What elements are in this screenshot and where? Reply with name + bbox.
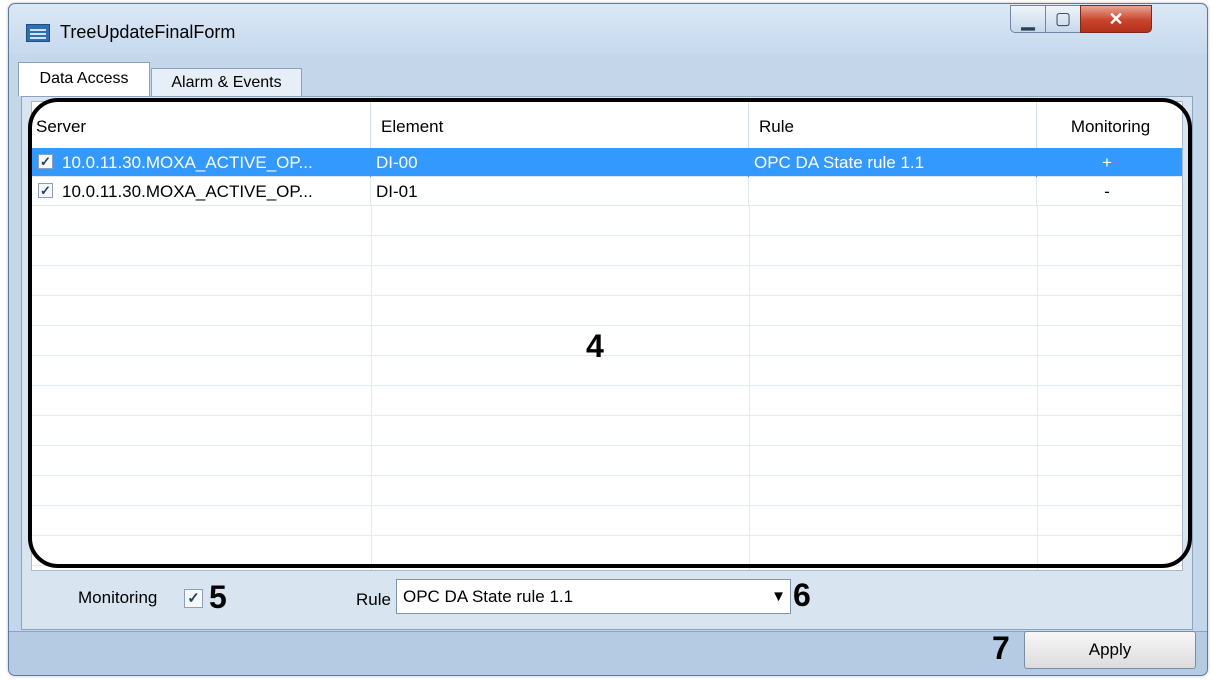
table-row[interactable]: ✓ 10.0.11.30.MOXA_ACTIVE_OP... DI-01 - bbox=[32, 177, 1182, 206]
rule-select-value: OPC DA State rule 1.1 bbox=[403, 587, 574, 606]
rule-cell bbox=[749, 177, 1037, 206]
tab-data-access[interactable]: Data Access bbox=[18, 62, 150, 96]
monitoring-cell: - bbox=[1104, 182, 1110, 201]
empty-row bbox=[32, 236, 1182, 266]
callout-4: 4 bbox=[586, 328, 604, 364]
tab-alarm-events[interactable]: Alarm & Events bbox=[151, 68, 302, 97]
tab-panel: Server Element Rule Monitoring ✓ 10.0.11… bbox=[21, 96, 1193, 630]
app-icon bbox=[26, 24, 50, 42]
empty-row bbox=[32, 536, 1182, 566]
monitoring-label: Monitoring bbox=[78, 588, 158, 607]
server-cell: ✓ 10.0.11.30.MOXA_ACTIVE_OP... bbox=[32, 148, 371, 177]
element-cell: DI-00 bbox=[371, 148, 749, 177]
column-divider bbox=[371, 206, 372, 570]
window-title: TreeUpdateFinalForm bbox=[60, 22, 236, 42]
empty-row bbox=[32, 446, 1182, 476]
column-divider bbox=[1037, 206, 1038, 570]
monitoring-checkbox[interactable]: ✓ bbox=[184, 589, 203, 608]
minimize-button[interactable]: ▁ bbox=[1010, 5, 1046, 33]
empty-row bbox=[32, 206, 1182, 236]
empty-row bbox=[32, 416, 1182, 446]
empty-row bbox=[32, 356, 1182, 386]
row-checkbox[interactable]: ✓ bbox=[38, 154, 53, 169]
column-divider bbox=[749, 206, 750, 570]
column-header-server[interactable]: Server bbox=[32, 102, 371, 148]
maximize-button[interactable]: ▢ bbox=[1045, 5, 1081, 33]
dropdown-arrow-icon[interactable]: ▼ bbox=[771, 580, 786, 613]
monitoring-cell: + bbox=[1102, 153, 1112, 172]
apply-button[interactable]: Apply bbox=[1024, 631, 1196, 669]
rule-cell: OPC DA State rule 1.1 bbox=[749, 148, 1037, 177]
empty-row bbox=[32, 266, 1182, 296]
server-name: 10.0.11.30.MOXA_ACTIVE_OP... bbox=[62, 182, 313, 201]
close-button[interactable]: ✕ bbox=[1080, 5, 1152, 33]
column-header-rule[interactable]: Rule bbox=[749, 102, 1037, 148]
grid-header: Server Element Rule Monitoring bbox=[32, 102, 1182, 149]
close-icon: ✕ bbox=[1108, 9, 1124, 29]
rule-label: Rule bbox=[356, 590, 391, 609]
column-header-monitoring[interactable]: Monitoring bbox=[1037, 102, 1182, 148]
empty-row bbox=[32, 386, 1182, 416]
server-name: 10.0.11.30.MOXA_ACTIVE_OP... bbox=[62, 153, 313, 172]
callout-7: 7 bbox=[992, 630, 1010, 666]
callout-5: 5 bbox=[209, 579, 227, 615]
empty-row bbox=[32, 506, 1182, 536]
server-cell: ✓ 10.0.11.30.MOXA_ACTIVE_OP... bbox=[32, 177, 371, 206]
title-bar[interactable]: TreeUpdateFinalForm ▁ ▢ ✕ bbox=[9, 4, 1207, 54]
empty-row bbox=[32, 476, 1182, 506]
rules-grid[interactable]: Server Element Rule Monitoring ✓ 10.0.11… bbox=[31, 101, 1183, 571]
maximize-icon: ▢ bbox=[1054, 9, 1072, 28]
rule-select[interactable]: OPC DA State rule 1.1 ▼ bbox=[396, 579, 791, 614]
element-cell: DI-01 bbox=[371, 177, 749, 206]
callout-6: 6 bbox=[793, 577, 811, 613]
minimize-icon: ▁ bbox=[1021, 11, 1035, 30]
empty-row bbox=[32, 296, 1182, 326]
row-checkbox[interactable]: ✓ bbox=[38, 183, 53, 198]
table-row[interactable]: ✓ 10.0.11.30.MOXA_ACTIVE_OP... DI-00 OPC… bbox=[32, 148, 1182, 177]
column-header-element[interactable]: Element bbox=[371, 102, 749, 148]
empty-row bbox=[32, 326, 1182, 356]
